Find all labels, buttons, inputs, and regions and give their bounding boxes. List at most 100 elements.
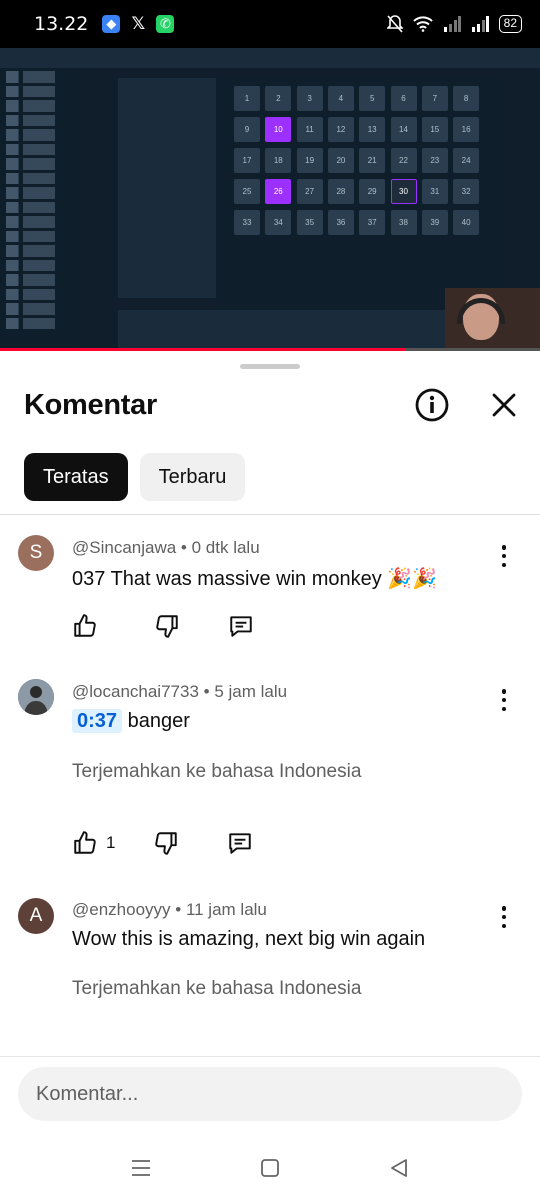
video-sidebar-row: [6, 259, 76, 271]
keno-cell: 32: [453, 179, 480, 204]
video-sidebar-row: [6, 100, 76, 112]
close-icon[interactable]: [488, 389, 520, 421]
keno-cell: 13: [359, 117, 386, 142]
keno-cell: 3: [296, 86, 323, 111]
keno-cell: 35: [296, 210, 323, 235]
keno-cell: 10: [265, 117, 292, 142]
thumbs-down-icon: [155, 832, 178, 855]
video-sidebar-row: [6, 143, 76, 155]
video-sidebar-row: [6, 317, 76, 329]
timestamp-link[interactable]: 0:37: [72, 709, 123, 733]
translate-link[interactable]: Terjemahkan ke bahasa Indonesia: [72, 761, 361, 783]
keno-cell: 7: [421, 86, 448, 111]
video-sidebar-row: [6, 172, 76, 184]
keno-cell: 31: [421, 179, 448, 204]
comment-meta: @enzhooyyy • 11 jam lalu: [72, 900, 267, 919]
reply-icon: [230, 616, 252, 637]
recents-icon[interactable]: [129, 1156, 153, 1180]
comment-text: 037 That was massive win monkey 🎉🎉: [72, 568, 438, 590]
tab-terbaru[interactable]: Terbaru: [139, 453, 246, 501]
dislike-button[interactable]: [153, 830, 179, 856]
system-nav-bar: [0, 1136, 540, 1200]
comment-time: 0 dtk lalu: [191, 538, 260, 557]
wifi-icon: [412, 16, 433, 32]
status-app-icons: ◆ 𝕏 ✆: [102, 14, 175, 33]
like-count: 1: [106, 833, 116, 852]
info-icon[interactable]: [414, 387, 450, 423]
keno-cell: 21: [359, 148, 386, 173]
comment-author[interactable]: @Sincanjawa: [72, 538, 176, 557]
more-vert-icon[interactable]: [494, 904, 514, 930]
avatar[interactable]: [18, 679, 54, 715]
back-icon[interactable]: [387, 1156, 411, 1180]
keno-cell: 23: [421, 148, 448, 173]
keno-cell: 15: [421, 117, 448, 142]
tab-teratas[interactable]: Teratas: [24, 453, 128, 501]
comment-meta: @Sincanjawa • 0 dtk lalu: [72, 538, 260, 557]
reply-icon: [229, 833, 252, 854]
keno-cell: 17: [234, 148, 260, 173]
keno-cell: 37: [359, 210, 386, 235]
keno-cell: 16: [453, 117, 480, 142]
like-button[interactable]: 1: [72, 830, 115, 856]
video-sidebar-row: [6, 230, 76, 242]
keno-cell: 19: [296, 148, 323, 173]
keno-cell: 24: [453, 148, 480, 173]
avatar[interactable]: S: [18, 535, 54, 571]
thumbs-up-icon: [74, 831, 96, 854]
comment-actions: [72, 613, 254, 639]
video-sidebar-row: [6, 187, 76, 199]
keno-cell: 9: [234, 117, 260, 142]
more-vert-icon[interactable]: [494, 687, 514, 713]
comment-text: banger: [127, 710, 190, 732]
keno-cell: 38: [390, 210, 417, 235]
like-button[interactable]: [72, 613, 98, 639]
comment-text-row: 0:37 banger: [72, 709, 190, 733]
video-player[interactable]: 1 2 3 4 5 6 7 8 9 10 11 12 13 14 15 16 17 18 19 20 21 22 23 24 2…: [0, 48, 540, 351]
video-sidebar-row: [6, 245, 76, 257]
whatsapp-icon: ✆: [156, 15, 175, 33]
keno-cell: 6: [390, 86, 417, 111]
comment-time: 11 jam lalu: [185, 900, 267, 919]
comment-time: 5 jam lalu: [214, 682, 288, 701]
keno-cell: 28: [327, 179, 354, 204]
comment-actions: 1: [72, 830, 253, 856]
thumbs-up-icon: [74, 614, 96, 637]
more-vert-icon[interactable]: [494, 543, 514, 569]
keno-cell: 8: [453, 86, 480, 111]
video-sidebar-row: [6, 216, 76, 228]
video-sidebar-row: [6, 85, 76, 97]
keno-cell: 20: [327, 148, 354, 173]
reply-button[interactable]: [228, 613, 254, 639]
status-time: 13.22: [34, 13, 89, 35]
divider: [0, 514, 540, 515]
comment-author[interactable]: @locanchai7733: [72, 682, 199, 701]
comment-author[interactable]: @enzhooyyy: [72, 900, 171, 919]
keno-cell: 18: [265, 148, 292, 173]
app-notification-icon: ◆: [102, 15, 121, 33]
translate-link[interactable]: Terjemahkan ke bahasa Indonesia: [72, 978, 361, 1000]
keno-cell: 29: [359, 179, 386, 204]
status-indicators: 82: [386, 15, 522, 33]
keno-cell: 4: [327, 86, 354, 111]
reply-button[interactable]: [227, 830, 253, 856]
avatar[interactable]: A: [18, 898, 54, 934]
keno-cell: 33: [234, 210, 260, 235]
keno-cell: 22: [390, 148, 417, 173]
keno-cell: 30: [390, 179, 417, 204]
comment-input[interactable]: [18, 1067, 522, 1121]
keno-cell: 11: [296, 117, 323, 142]
video-sidebar-row: [6, 114, 76, 126]
x-app-icon: 𝕏: [131, 14, 146, 33]
video-site-sidebar: [0, 68, 82, 351]
status-bar: 13.22 ◆ 𝕏 ✆ 82: [0, 0, 540, 48]
comment-meta: @locanchai7733 • 5 jam lalu: [72, 682, 288, 701]
comment-input-bar: [0, 1056, 540, 1136]
drag-handle[interactable]: [240, 364, 300, 369]
keno-cell: 2: [265, 86, 292, 111]
home-icon[interactable]: [258, 1156, 282, 1180]
battery-indicator: 82: [498, 15, 522, 33]
dislike-button[interactable]: [154, 613, 180, 639]
video-sidebar-row: [6, 71, 76, 83]
video-sidebar-row: [6, 129, 76, 141]
